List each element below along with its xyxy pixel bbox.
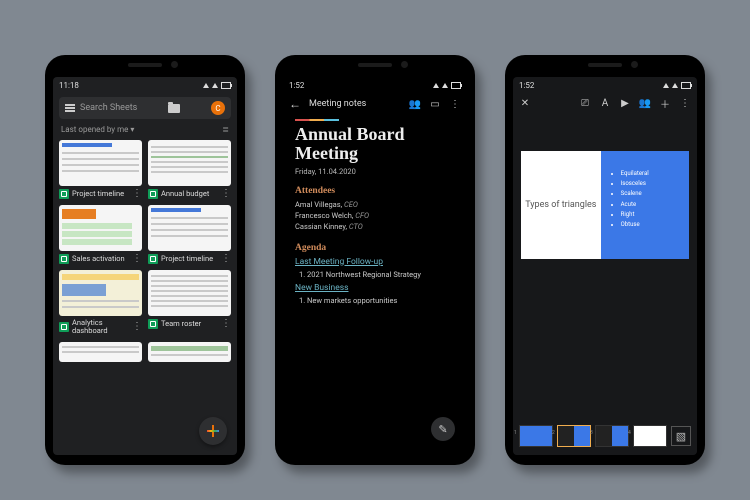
more-icon[interactable]: ⋮: [449, 98, 461, 110]
plus-icon: [207, 425, 219, 437]
cast-icon[interactable]: ⎚: [579, 97, 591, 109]
more-icon[interactable]: ⋮: [132, 254, 142, 264]
wifi-icon: [663, 83, 669, 88]
phone-slides: 1:52 ✕ ⎚ A ▶ 👥 ＋ ⋮ Types of triangles Eq…: [505, 55, 705, 465]
sheets-icon: [59, 254, 69, 264]
document-body[interactable]: Annual Board Meeting Friday, 11.04.2020 …: [283, 115, 467, 455]
battery-icon: [221, 82, 231, 89]
status-time: 11:18: [59, 81, 79, 90]
speaker: [358, 63, 392, 67]
file-card[interactable]: Project timeline⋮: [148, 205, 231, 264]
phone-sheets: 11:18 Search Sheets C Last opened by me …: [45, 55, 245, 465]
doc-title[interactable]: Meeting notes: [309, 99, 366, 109]
comment-icon[interactable]: ▭: [429, 98, 441, 110]
doc-toolbar: ← Meeting notes 👥 ▭ ⋮: [283, 93, 467, 115]
menu-icon[interactable]: [65, 104, 75, 112]
more-icon[interactable]: ⋮: [132, 189, 142, 199]
file-card[interactable]: Team roster⋮: [148, 270, 231, 336]
accent-bar: [295, 119, 339, 121]
file-card[interactable]: Sales activation⋮: [59, 205, 142, 264]
share-icon[interactable]: 👥: [639, 97, 651, 109]
sheets-icon: [148, 254, 158, 264]
front-camera: [401, 61, 408, 68]
battery-icon: [451, 82, 461, 89]
pencil-icon: ✎: [438, 423, 447, 436]
chevron-down-icon: ▾: [130, 125, 134, 134]
slide-title: Types of triangles: [521, 151, 601, 259]
section-agenda: Agenda: [295, 243, 455, 253]
agenda-item: 1. New markets opportunities: [299, 296, 455, 305]
wifi-icon: [433, 83, 439, 88]
text-icon[interactable]: A: [599, 97, 611, 109]
close-icon[interactable]: ✕: [519, 97, 531, 109]
file-card[interactable]: [148, 342, 231, 362]
status-bar: 11:18: [53, 77, 237, 93]
more-icon[interactable]: ⋮: [221, 189, 231, 199]
doc-date: Friday, 11.04.2020: [295, 167, 455, 176]
share-icon[interactable]: 👥: [409, 98, 421, 110]
signal-icon: [212, 83, 218, 88]
sheets-icon: [59, 322, 69, 332]
front-camera: [631, 61, 638, 68]
search-bar[interactable]: Search Sheets C: [59, 97, 231, 119]
slide-thumb[interactable]: 4: [633, 425, 667, 447]
new-file-fab[interactable]: [199, 417, 227, 445]
slide-content: Equilateral Isosceles Scalene Acute Righ…: [601, 151, 689, 259]
signal-icon: [672, 83, 678, 88]
search-placeholder: Search Sheets: [80, 103, 137, 113]
slide-thumb[interactable]: 3: [595, 425, 629, 447]
status-bar: 1:52: [283, 77, 467, 93]
speaker: [588, 63, 622, 67]
sort-dropdown[interactable]: Last opened by me ▾: [61, 125, 134, 134]
slide-thumb[interactable]: 2: [557, 425, 591, 447]
file-grid: Project timeline⋮ Annual budget⋮ Sales a…: [53, 136, 237, 366]
attendee-list: Amal Villegas, CEO Francesco Welch, CFO …: [295, 199, 455, 233]
sheets-icon: [59, 189, 69, 199]
doc-heading: Annual Board Meeting: [295, 125, 455, 163]
view-toggle-icon[interactable]: ≣: [222, 125, 229, 134]
agenda-subheading: Last Meeting Follow-up: [295, 257, 455, 267]
back-icon[interactable]: ←: [289, 97, 301, 111]
agenda-item: 1. 2021 Northwest Regional Strategy: [299, 270, 455, 279]
section-attendees: Attendees: [295, 186, 455, 196]
file-card[interactable]: Annual budget⋮: [148, 140, 231, 199]
folder-icon[interactable]: [168, 104, 180, 113]
new-slide-button[interactable]: ▧: [671, 426, 691, 446]
file-card[interactable]: Project timeline⋮: [59, 140, 142, 199]
add-icon[interactable]: ＋: [659, 97, 671, 109]
account-avatar[interactable]: C: [211, 101, 225, 115]
slide-canvas[interactable]: Types of triangles Equilateral Isosceles…: [521, 151, 689, 259]
file-card[interactable]: Analytics dashboard⋮: [59, 270, 142, 336]
present-icon[interactable]: ▶: [619, 97, 631, 109]
file-card[interactable]: [59, 342, 142, 362]
status-bar: 1:52: [513, 77, 697, 93]
battery-icon: [681, 82, 691, 89]
more-icon[interactable]: ⋮: [132, 322, 142, 332]
phone-docs: 1:52 ← Meeting notes 👥 ▭ ⋮ Annual Board …: [275, 55, 475, 465]
sheets-icon: [148, 319, 158, 329]
filmstrip: 1 2 3 4 ▧: [513, 417, 697, 455]
status-time: 1:52: [289, 81, 304, 90]
front-camera: [171, 61, 178, 68]
more-icon[interactable]: ⋮: [221, 254, 231, 264]
slide-thumb[interactable]: 1: [519, 425, 553, 447]
status-time: 1:52: [519, 81, 534, 90]
sheets-icon: [148, 189, 158, 199]
signal-icon: [442, 83, 448, 88]
more-icon[interactable]: ⋮: [221, 319, 231, 329]
more-icon[interactable]: ⋮: [679, 97, 691, 109]
edit-fab[interactable]: ✎: [431, 417, 455, 441]
speaker: [128, 63, 162, 67]
wifi-icon: [203, 83, 209, 88]
slides-toolbar: ✕ ⎚ A ▶ 👥 ＋ ⋮: [513, 93, 697, 113]
agenda-subheading: New Business: [295, 283, 455, 293]
